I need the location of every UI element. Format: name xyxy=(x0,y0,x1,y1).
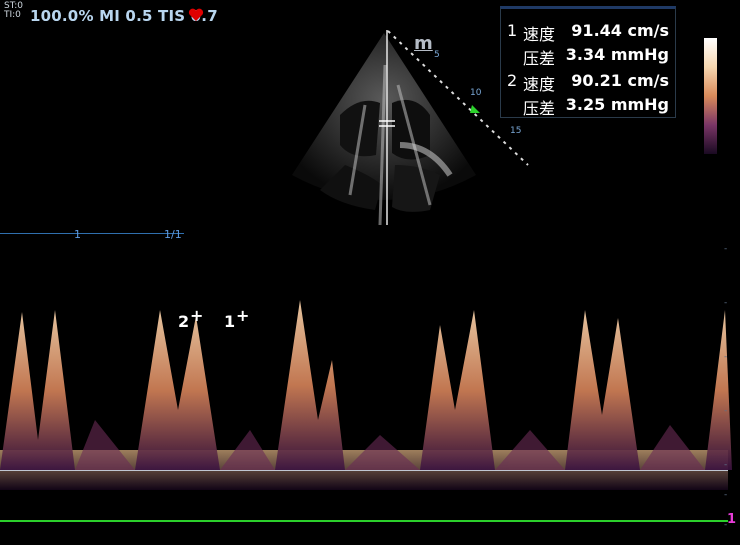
st-ti-label: ST:0 TI:0 xyxy=(4,2,23,20)
doppler-spectrum xyxy=(0,300,732,490)
ti-label: TI:0 xyxy=(4,10,21,20)
heart-icon xyxy=(188,8,204,21)
measurement-value: 3.25 mmHg xyxy=(565,95,669,114)
measurement-value: 90.21 cm/s xyxy=(571,71,669,90)
intensity-colorbar xyxy=(704,38,717,154)
cursor-label: 2 xyxy=(178,312,190,331)
depth-label: 5 xyxy=(434,50,440,60)
measurement-value: 91.44 cm/s xyxy=(571,21,669,40)
focus-marker-icon xyxy=(470,105,480,113)
mode-marker: m xyxy=(414,33,433,54)
doppler-baseline[interactable] xyxy=(0,470,728,471)
depth-label: 10 xyxy=(470,88,482,98)
timeline-scale xyxy=(0,233,184,234)
velocity-scale: - - - - - - - xyxy=(724,244,728,530)
cursor-crosshair-icon[interactable]: + xyxy=(236,306,249,325)
cursor-label: 1 xyxy=(224,312,236,331)
measurement-value: 3.34 mmHg xyxy=(565,45,669,64)
cursor-crosshair-icon[interactable]: + xyxy=(190,306,203,325)
depth-label: 15 xyxy=(510,126,522,136)
timeline-green-line xyxy=(0,520,728,522)
echo-sector-image xyxy=(292,30,529,226)
